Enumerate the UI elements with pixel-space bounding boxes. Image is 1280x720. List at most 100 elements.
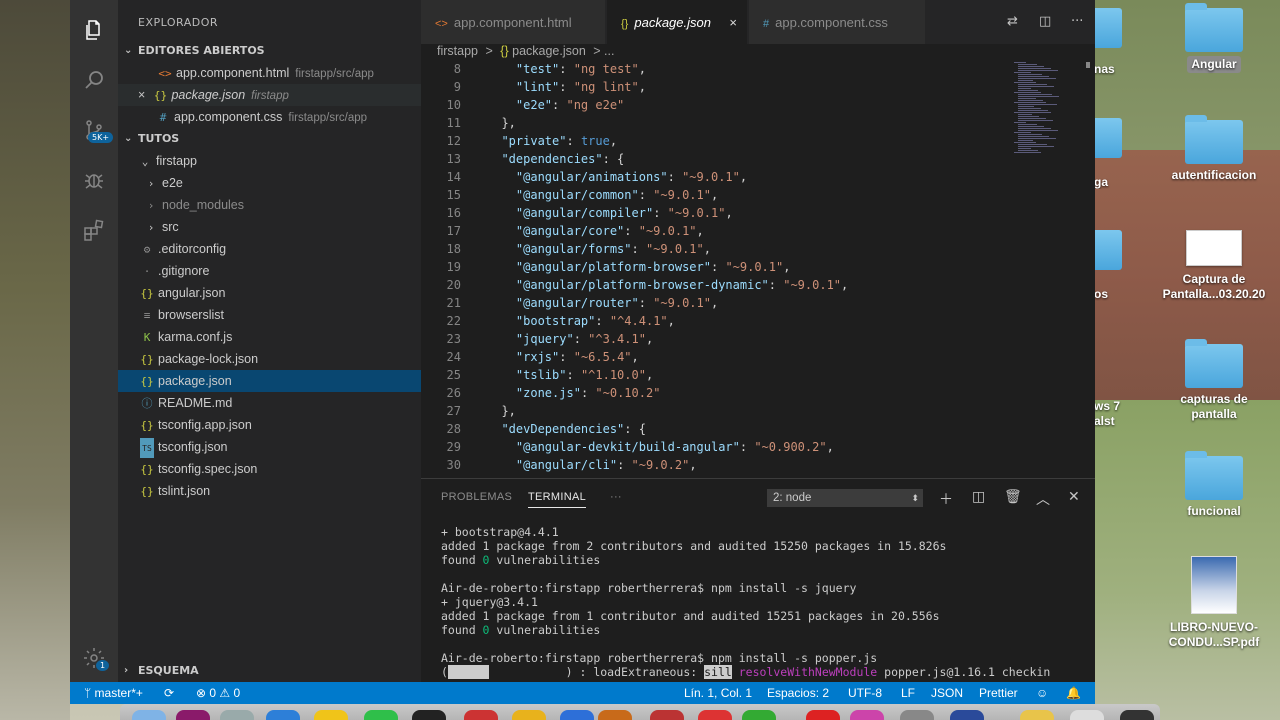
tree-item-tsconfig[interactable]: TS tsconfig.json (118, 436, 421, 458)
partial-label: ga (1094, 175, 1109, 189)
editor-scrollbar[interactable] (1081, 62, 1095, 478)
dock-finder-icon[interactable] (132, 710, 166, 720)
dock-app-icon[interactable] (464, 710, 498, 720)
new-terminal-icon[interactable]: ＋ (939, 489, 953, 509)
dock-messages-icon[interactable] (364, 710, 398, 720)
tab-package-json[interactable]: {} package.json × (607, 0, 747, 44)
dock-safari-icon[interactable] (266, 710, 300, 720)
dock-app-icon[interactable] (650, 710, 684, 720)
dock-app-icon[interactable] (560, 710, 594, 720)
dock-app-icon[interactable] (900, 710, 934, 720)
tree-item-e2e[interactable]: › e2e (118, 172, 421, 194)
dock-app-icon[interactable] (176, 710, 210, 720)
prettier-status[interactable]: Prettier (979, 682, 1018, 704)
tab-terminal[interactable]: TERMINAL (528, 491, 587, 508)
breadcrumb-folder[interactable]: firstapp (437, 44, 478, 58)
tree-item-gitignore[interactable]: · .gitignore (118, 260, 421, 282)
open-changes-icon[interactable]: ⇄ (1007, 14, 1018, 29)
dock-app-icon[interactable] (698, 710, 732, 720)
open-editor-item[interactable]: # app.component.css firstapp/src/app (118, 106, 421, 128)
open-editor-item-active[interactable]: × {} package.json firstapp (118, 84, 421, 106)
breadcrumb-file[interactable]: package.json (512, 44, 586, 58)
workspace-header[interactable]: ⌄ TUTOS (118, 128, 421, 150)
dock-app-icon[interactable] (850, 710, 884, 720)
dock-folder-icon[interactable] (1020, 710, 1054, 720)
dock-app-icon[interactable] (598, 710, 632, 720)
tree-item-package-lock[interactable]: {} package-lock.json (118, 348, 421, 370)
terminal-select[interactable]: 2: node ⬍ (767, 489, 923, 507)
feedback-smiley-icon[interactable]: ☺ (1036, 682, 1048, 704)
minimap-line (1018, 80, 1033, 81)
notification-bell-icon[interactable]: 🔔 (1066, 682, 1081, 704)
extensions-icon[interactable] (82, 218, 106, 242)
encoding-status[interactable]: UTF-8 (848, 682, 882, 704)
trash-icon[interactable]: 🗑 (1004, 489, 1022, 505)
terminal-output[interactable]: + bootstrap@4.4.1 added 1 package from 2 … (441, 525, 1050, 679)
tab-problems[interactable]: PROBLEMAS (441, 491, 512, 503)
folder-firstapp[interactable]: ⌄ firstapp (118, 150, 421, 172)
desktop-file-screenshot[interactable]: Captura de Pantalla...03.20.20 (1159, 230, 1269, 302)
branch-status[interactable]: ᛘ master*+ (84, 682, 143, 704)
desktop-folder-capturas[interactable]: capturas de pantalla (1159, 339, 1269, 422)
desktop-folder-angular[interactable]: Angular (1159, 3, 1269, 73)
desktop-file-pdf[interactable]: LIBRO-NUEVO-CONDU...SP.pdf (1159, 556, 1269, 650)
code-editor[interactable]: 8 "test": "ng test", 9 "lint": "ng lint",… (421, 62, 1081, 478)
open-editors-header[interactable]: ⌄ EDITORES ABIERTOS (118, 40, 421, 62)
partial-folder-icon[interactable] (1094, 8, 1122, 48)
close-icon[interactable]: × (729, 0, 737, 46)
eol-status[interactable]: LF (901, 682, 915, 704)
tree-item-tsconfig-app[interactable]: {} tsconfig.app.json (118, 414, 421, 436)
partial-label: nas (1094, 62, 1115, 76)
sync-icon[interactable]: ⟳ (164, 682, 174, 704)
tree-item-readme[interactable]: ⓘ README.md (118, 392, 421, 414)
close-icon[interactable]: × (138, 84, 150, 106)
tree-item-tsconfig-spec[interactable]: {} tsconfig.spec.json (118, 458, 421, 480)
tree-item-angular-json[interactable]: {} angular.json (118, 282, 421, 304)
close-panel-icon[interactable]: ✕ (1068, 489, 1080, 505)
debug-icon[interactable] (82, 168, 106, 192)
tree-item-package-json[interactable]: {} package.json (118, 370, 421, 392)
tree-item-browserslist[interactable]: ≡ browserslist (118, 304, 421, 326)
dock-app-icon[interactable] (806, 710, 840, 720)
css-file-icon: # (763, 18, 770, 30)
tree-item-karma-conf[interactable]: Kkarma.conf.js (118, 326, 421, 348)
code-line: "@angular/cli": "~9.0.2", (515, 458, 697, 472)
tree-item-src[interactable]: › src (118, 216, 421, 238)
dock-app-icon[interactable] (1120, 710, 1154, 720)
cursor-position[interactable]: Lín. 1, Col. 1 (684, 682, 752, 704)
dock-app-icon[interactable] (742, 710, 776, 720)
desktop-folder-funcional[interactable]: funcional (1159, 451, 1269, 519)
panel-more-icon[interactable]: ··· (610, 491, 622, 503)
language-status[interactable]: JSON (931, 682, 963, 704)
dock-app-icon[interactable] (1070, 710, 1104, 720)
breadcrumb-tail[interactable]: > ... (593, 44, 614, 58)
bottom-panel: PROBLEMAS TERMINAL ··· 2: node ⬍ ＋ ◫ 🗑 ︿… (421, 478, 1095, 682)
tree-item-editorconfig[interactable]: ⚙ .editorconfig (118, 238, 421, 260)
dock-notes-icon[interactable] (314, 710, 348, 720)
tree-item-node-modules[interactable]: › node_modules (118, 194, 421, 216)
explorer-icon[interactable] (82, 18, 106, 42)
desktop-folder-autentificacion[interactable]: autentificacion (1159, 115, 1269, 183)
partial-folder-icon[interactable] (1094, 118, 1122, 158)
minimap[interactable] (1010, 62, 1080, 162)
open-editor-item[interactable]: <> app.component.html firstapp/src/app (118, 62, 421, 84)
tab-app-component-css[interactable]: # app.component.css (749, 0, 925, 44)
tab-app-component-html[interactable]: <> app.component.html (421, 0, 605, 44)
split-terminal-icon[interactable]: ◫ (972, 489, 985, 505)
problems-status[interactable]: ⊗ 0 ⚠ 0 (196, 682, 240, 704)
split-editor-icon[interactable]: ◫ (1039, 14, 1051, 29)
dock-terminal-icon[interactable] (412, 710, 446, 720)
karma-file-icon: K (143, 331, 151, 344)
indentation-status[interactable]: Espacios: 2 (767, 682, 829, 704)
dock-app-icon[interactable] (512, 710, 546, 720)
maximize-panel-icon[interactable]: ︿ (1036, 489, 1050, 509)
outline-header[interactable]: › ESQUEMA (118, 660, 421, 682)
more-actions-icon[interactable]: ··· (1071, 14, 1083, 29)
git-file-icon: · (143, 265, 151, 278)
scrollbar-thumb[interactable] (1086, 62, 1090, 68)
dock-app-icon[interactable] (220, 710, 254, 720)
partial-folder-icon[interactable] (1094, 230, 1122, 270)
search-icon[interactable] (82, 68, 106, 92)
dock-app-icon[interactable] (950, 710, 984, 720)
tree-item-tslint[interactable]: {} tslint.json (118, 480, 421, 502)
